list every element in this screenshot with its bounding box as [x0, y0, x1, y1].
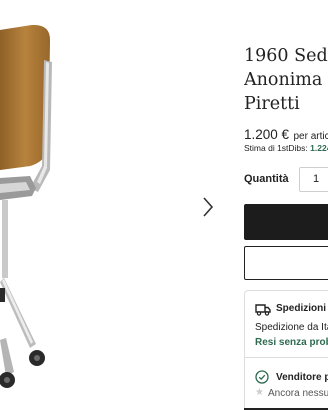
product-gallery	[0, 0, 230, 410]
quantity-value: 1	[313, 173, 320, 185]
returns-link[interactable]: Resi senza proble	[255, 337, 328, 348]
shipping-title: Spedizioni e	[276, 303, 328, 314]
price-unit: per artico	[293, 131, 328, 142]
divider	[245, 357, 328, 358]
star-icon: ★	[255, 387, 264, 398]
buy-button[interactable]	[244, 204, 328, 240]
chevron-right-icon[interactable]	[198, 194, 218, 220]
product-image	[0, 24, 52, 388]
estimate-value: 1.224	[310, 143, 328, 153]
product-title-line: 1960 Sedia	[244, 46, 328, 66]
shipping-origin: Spedizione da Ita	[255, 322, 328, 333]
truck-icon	[255, 304, 271, 316]
estimate-label: Stima di 1stDibs:	[244, 143, 308, 153]
price-row: 1.200 € per artico	[244, 126, 328, 144]
quantity-label: Quantità	[244, 173, 289, 185]
shipping-seller-card: Spedizioni e Spedizione da Ita Resi senz…	[244, 290, 328, 410]
product-details: 1960 Sedia Anonima C Piretti 1.200 € per…	[244, 0, 328, 410]
product-title-line: Anonima C	[244, 70, 328, 90]
quantity-select[interactable]: 1	[299, 167, 328, 192]
product-title: 1960 Sedia Anonima C Piretti	[244, 44, 328, 116]
seller-reviews: Ancora nessun	[268, 388, 328, 399]
price-estimate: Stima di 1stDibs: 1.224	[244, 143, 328, 153]
shield-check-icon	[255, 370, 269, 384]
make-offer-button[interactable]	[244, 246, 328, 280]
product-title-line: Piretti	[244, 94, 300, 114]
seller-title: Venditore pr	[276, 372, 328, 383]
price: 1.200 €	[244, 127, 290, 142]
